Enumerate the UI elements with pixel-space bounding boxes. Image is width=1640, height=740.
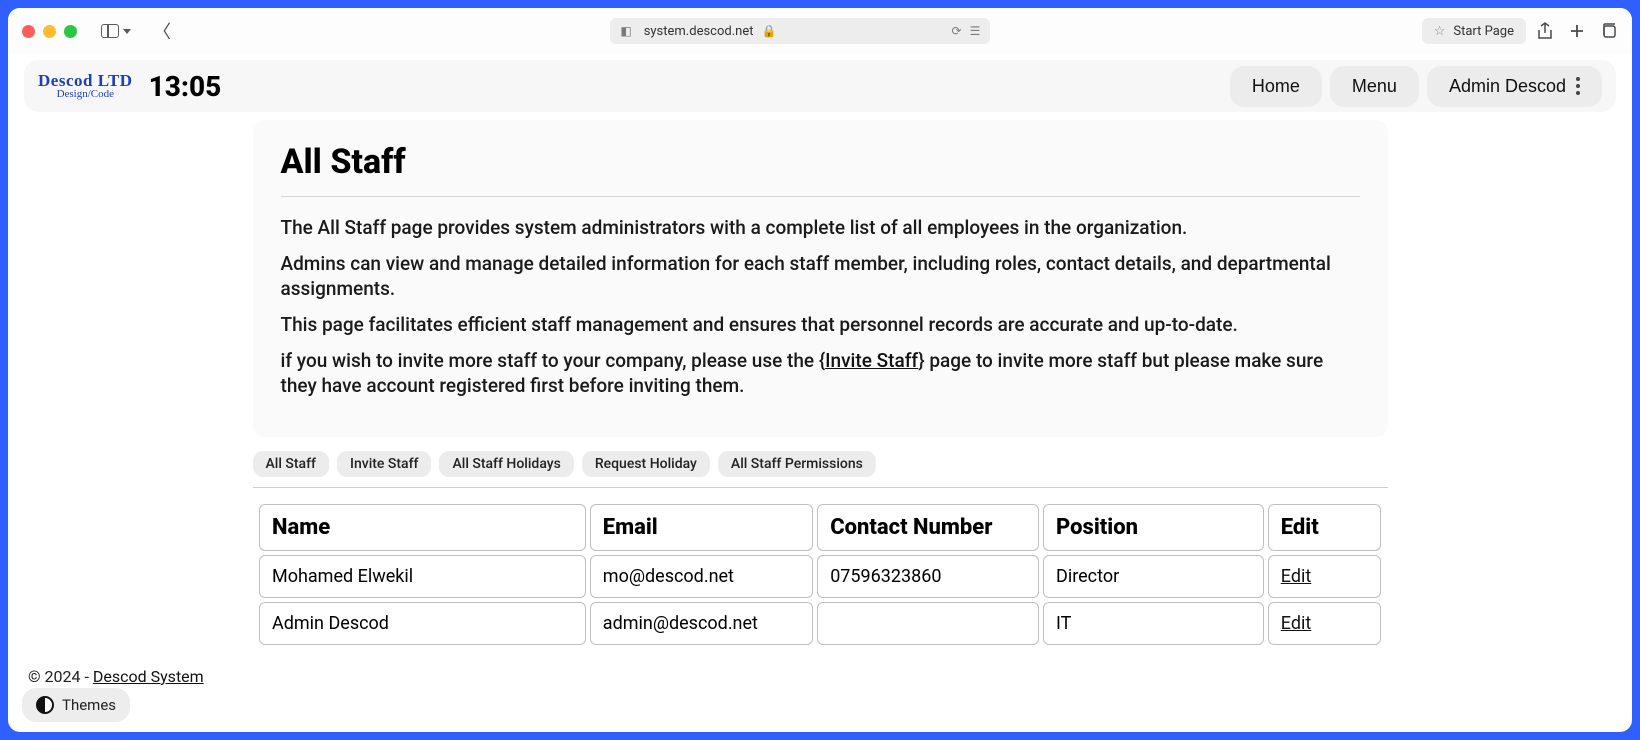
- app-header: Descod LTD Design/Code 13:05 Home Menu A…: [24, 60, 1616, 112]
- close-window-button[interactable]: [22, 25, 35, 38]
- chevron-down-icon: [123, 29, 131, 34]
- divider: [281, 196, 1360, 197]
- tab-all-staff-permissions[interactable]: All Staff Permissions: [718, 451, 876, 477]
- footer: © 2024 - Descod System: [24, 667, 1616, 686]
- invite-staff-inline-link[interactable]: Invite Staff: [825, 349, 918, 372]
- cell-name: Admin Descod: [259, 602, 586, 645]
- sidebar-toggle[interactable]: [101, 24, 131, 38]
- col-name: Name: [259, 504, 586, 551]
- start-page-tab[interactable]: ☆ Start Page: [1422, 18, 1526, 44]
- cell-email: admin@descod.net: [590, 602, 813, 645]
- site-settings-icon[interactable]: ◧: [620, 24, 631, 38]
- tab-invite-staff[interactable]: Invite Staff: [337, 451, 431, 477]
- cell-edit: Edit: [1268, 602, 1381, 645]
- cell-email: mo@descod.net: [590, 555, 813, 598]
- tab-request-holiday[interactable]: Request Holiday: [582, 451, 710, 477]
- cell-contact: [817, 602, 1039, 645]
- nav-home-button[interactable]: Home: [1230, 66, 1322, 107]
- description-2: Admins can view and manage detailed info…: [281, 251, 1360, 302]
- staff-table: Name Email Contact Number Position Edit …: [255, 500, 1385, 649]
- tab-all-staff[interactable]: All Staff: [253, 451, 329, 477]
- table-header-row: Name Email Contact Number Position Edit: [259, 504, 1381, 551]
- cell-position: IT: [1043, 602, 1264, 645]
- url-text: system.descod.net: [644, 24, 754, 39]
- tabs-overview-icon[interactable]: [1600, 22, 1618, 40]
- logo-top-text: Descod LTD: [38, 72, 133, 89]
- start-page-label: Start Page: [1453, 24, 1514, 39]
- description-1: The All Staff page provides system admin…: [281, 215, 1360, 241]
- col-email: Email: [590, 504, 813, 551]
- kebab-icon: [1576, 77, 1580, 95]
- page-title: All Staff: [281, 142, 1360, 182]
- edit-link[interactable]: Edit: [1281, 566, 1311, 587]
- description-4-pre: if you wish to invite more staff to your…: [281, 349, 826, 372]
- cell-position: Director: [1043, 555, 1264, 598]
- themes-icon: [36, 696, 54, 714]
- footer-prefix: © 2024 -: [28, 667, 93, 686]
- cell-edit: Edit: [1268, 555, 1381, 598]
- description-3: This page facilitates efficient staff ma…: [281, 312, 1360, 338]
- cell-name: Mohamed Elwekil: [259, 555, 586, 598]
- maximize-window-button[interactable]: [64, 25, 77, 38]
- col-contact: Contact Number: [817, 504, 1039, 551]
- clock: 13:05: [149, 70, 222, 103]
- back-button[interactable]: 〈: [153, 18, 171, 44]
- page-card: All Staff The All Staff page provides sy…: [253, 120, 1388, 437]
- themes-button[interactable]: Themes: [22, 688, 130, 722]
- sidebar-icon: [101, 24, 119, 38]
- logo-sub-text: Design/Code: [57, 89, 114, 100]
- table-row: Mohamed Elwekil mo@descod.net 0759632386…: [259, 555, 1381, 598]
- new-tab-icon[interactable]: [1568, 22, 1586, 40]
- description-4: if you wish to invite more staff to your…: [281, 348, 1360, 399]
- themes-label: Themes: [62, 696, 116, 714]
- tab-all-staff-holidays[interactable]: All Staff Holidays: [439, 451, 573, 477]
- reload-icon[interactable]: ⟳: [952, 24, 962, 38]
- col-edit: Edit: [1268, 504, 1381, 551]
- lock-icon: 🔒: [761, 24, 776, 38]
- nav-user-button[interactable]: Admin Descod: [1427, 66, 1602, 107]
- cell-contact: 07596323860: [817, 555, 1039, 598]
- nav-user-label: Admin Descod: [1449, 76, 1566, 97]
- tab-divider: [253, 487, 1388, 488]
- footer-link[interactable]: Descod System: [93, 667, 204, 686]
- logo[interactable]: Descod LTD Design/Code: [38, 72, 133, 100]
- table-row: Admin Descod admin@descod.net IT Edit: [259, 602, 1381, 645]
- edit-link[interactable]: Edit: [1281, 613, 1311, 634]
- col-position: Position: [1043, 504, 1264, 551]
- subnav-tabs: All Staff Invite Staff All Staff Holiday…: [253, 451, 1388, 477]
- minimize-window-button[interactable]: [43, 25, 56, 38]
- window-controls: [22, 25, 77, 38]
- address-bar[interactable]: ◧ system.descod.net 🔒 ⟳ ☰: [610, 18, 990, 44]
- star-icon: ☆: [1434, 24, 1446, 39]
- share-icon[interactable]: [1536, 22, 1554, 40]
- nav-menu-button[interactable]: Menu: [1330, 66, 1419, 107]
- browser-titlebar: 〈 ◧ system.descod.net 🔒 ⟳ ☰ ☆ Start Page: [8, 8, 1632, 54]
- reader-icon[interactable]: ☰: [970, 24, 981, 38]
